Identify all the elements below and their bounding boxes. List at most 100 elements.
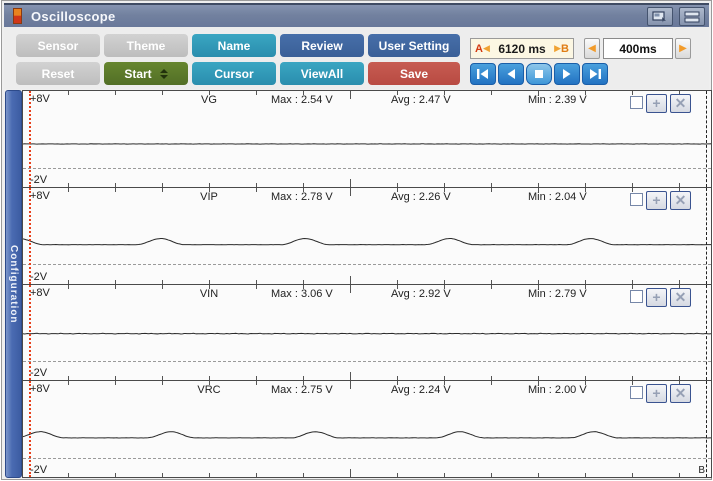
channel-name: VIN [199, 287, 219, 300]
window-title: Oscilloscope [31, 8, 116, 24]
channel-panel-vip: +8V -2V VIP Max : 2.78 V Avg : 2.26 V Mi… [22, 186, 712, 285]
channel-avg-value: Avg : 2.26 V [391, 190, 451, 203]
close-channel-button[interactable]: ✕ [670, 190, 691, 210]
skip-to-end-button[interactable] [582, 63, 608, 85]
channel-select-checkbox[interactable] [630, 96, 643, 109]
zero-volt-gridline [23, 457, 711, 459]
name-button[interactable]: Name [192, 34, 276, 57]
skip-to-start-button[interactable] [470, 63, 496, 85]
channel-name: VG [201, 94, 217, 106]
cursor-b-line[interactable] [706, 91, 707, 187]
save-button[interactable]: Save [368, 62, 460, 85]
cursor-a-line[interactable] [29, 284, 31, 381]
zoom-channel-button[interactable]: + [646, 190, 667, 210]
oscilloscope-window: Oscilloscope Sensor Theme Name Review Us… [1, 0, 712, 480]
skip-to-start-icon [477, 69, 488, 79]
y-min-label: -2V [30, 464, 48, 476]
channel-name: VRC [197, 384, 221, 397]
zoom-channel-button[interactable]: + [646, 94, 667, 113]
y-min-label: -2V [30, 270, 48, 283]
waveform-trace [23, 237, 711, 246]
waveform-trace [23, 431, 711, 439]
cursor-b-label: B [561, 42, 569, 55]
title-bar: Oscilloscope [4, 3, 709, 27]
channel-panels: +8V -2V VG Max : 2.54 V Avg : 2.47 V Min… [22, 90, 712, 478]
y-max-label: +8V [30, 93, 50, 105]
start-button[interactable]: Start [104, 62, 188, 85]
start-spinner-icon [159, 68, 168, 79]
y-min-label: -2V [30, 173, 48, 186]
channel-min-value: Min : 2.04 V [528, 190, 587, 203]
b-right-arrow-icon[interactable]: ▶ [554, 43, 561, 54]
zero-volt-gridline [23, 264, 711, 266]
waveform-trace [23, 332, 711, 335]
cursor-b-tag: B [698, 465, 705, 476]
channel-max-value: Max : 2.78 V [271, 190, 333, 203]
restore-window-icon [652, 10, 666, 22]
cursor-b-line[interactable] [706, 284, 707, 381]
configuration-tab[interactable]: Configuration [5, 90, 22, 478]
channel-name: VIP [200, 190, 218, 203]
waveform-trace [23, 143, 711, 145]
cursor-button[interactable]: Cursor [192, 62, 276, 85]
channel-max-value: Max : 3.06 V [271, 287, 333, 300]
close-channel-button[interactable]: ✕ [670, 287, 691, 307]
channel-avg-value: Avg : 2.47 V [391, 94, 451, 106]
a-left-arrow-icon[interactable]: ◀ [483, 43, 490, 54]
cursor-a-line[interactable] [29, 91, 31, 187]
timebase-decrease-button[interactable]: ◀ [584, 38, 600, 59]
configuration-tab-label: Configuration [8, 244, 19, 324]
close-channel-button[interactable]: ✕ [670, 384, 691, 404]
channel-max-value: Max : 2.54 V [271, 94, 333, 106]
skip-to-end-icon [590, 69, 601, 79]
viewall-button[interactable]: ViewAll [280, 62, 364, 85]
review-button[interactable]: Review [280, 34, 364, 57]
toolbar: Sensor Theme Name Review User Setting Re… [4, 27, 709, 89]
channel-avg-value: Avg : 2.24 V [391, 384, 451, 397]
channel-max-value: Max : 2.75 V [271, 384, 333, 397]
ab-interval-display[interactable]: A ◀ 6120 ms ▶ B [470, 38, 574, 59]
step-forward-icon [563, 69, 571, 79]
channel-select-checkbox[interactable] [630, 192, 643, 206]
split-layout-icon [684, 11, 700, 22]
timebase-value[interactable]: 400ms [603, 38, 673, 59]
restore-window-button[interactable] [647, 7, 673, 26]
y-max-label: +8V [30, 189, 50, 202]
cursor-a-line[interactable] [29, 381, 31, 477]
reset-button[interactable]: Reset [16, 62, 100, 85]
stop-icon [535, 70, 543, 78]
split-layout-button[interactable] [679, 7, 705, 26]
ab-interval-value: 6120 ms [498, 41, 546, 56]
zero-volt-gridline [23, 167, 711, 169]
channel-select-checkbox[interactable] [630, 386, 643, 400]
start-button-label: Start [124, 66, 152, 81]
timebase-increase-button[interactable]: ▶ [675, 38, 691, 59]
zoom-channel-button[interactable]: + [646, 287, 667, 307]
cursor-b-line[interactable] [706, 187, 707, 284]
cursor-a-line[interactable] [29, 187, 31, 284]
channel-panel-vin: +8V -2V VIN Max : 3.06 V Avg : 2.92 V Mi… [22, 283, 712, 382]
cursor-b-line[interactable] [706, 381, 707, 477]
stop-button[interactable] [526, 63, 552, 85]
y-min-label: -2V [30, 367, 48, 380]
channel-panel-vrc: +8V -2V VRC Max : 2.75 V Avg : 2.24 V Mi… [22, 380, 712, 478]
y-max-label: +8V [30, 383, 50, 396]
zoom-channel-button[interactable]: + [646, 384, 667, 404]
channel-select-checkbox[interactable] [630, 289, 643, 303]
playback-controls [470, 63, 608, 85]
close-channel-button[interactable]: ✕ [670, 94, 691, 113]
step-back-icon [507, 69, 515, 79]
channel-min-value: Min : 2.39 V [528, 94, 587, 106]
channel-avg-value: Avg : 2.92 V [391, 287, 451, 300]
app-icon [13, 8, 22, 24]
channel-min-value: Min : 2.79 V [528, 287, 587, 300]
step-back-button[interactable] [498, 63, 524, 85]
sensor-button[interactable]: Sensor [16, 34, 100, 57]
channel-min-value: Min : 2.00 V [528, 384, 587, 397]
user-setting-button[interactable]: User Setting [368, 34, 460, 57]
step-forward-button[interactable] [554, 63, 580, 85]
channel-panel-vg: +8V -2V VG Max : 2.54 V Avg : 2.47 V Min… [22, 90, 712, 188]
cursor-a-label: A [475, 42, 483, 55]
theme-button[interactable]: Theme [104, 34, 188, 57]
y-max-label: +8V [30, 286, 50, 299]
